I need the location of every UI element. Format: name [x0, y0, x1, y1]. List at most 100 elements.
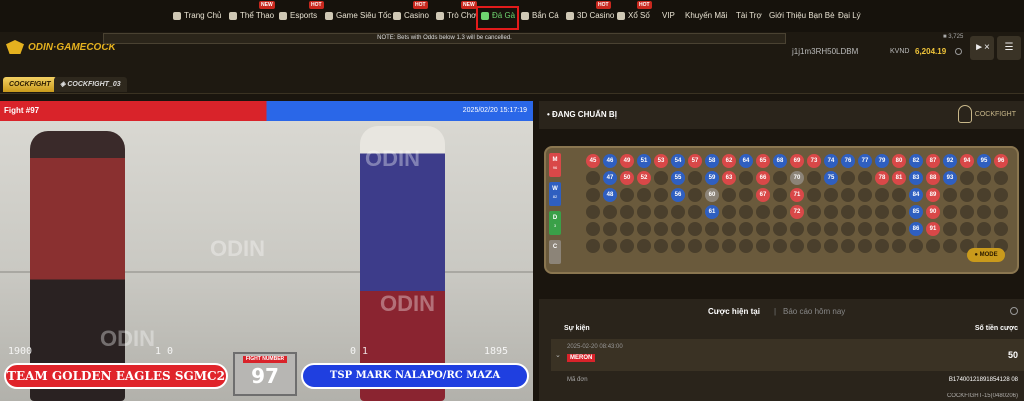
- road-empty-cell: [807, 188, 821, 202]
- order-extra: COCKFIGHT-15(0480206): [946, 393, 1018, 399]
- nav-item-vip[interactable]: VIP: [662, 11, 675, 20]
- road-result: 46: [603, 154, 617, 168]
- road-result: 72: [790, 205, 804, 219]
- nav-item-sponsor[interactable]: Tài Trợ: [736, 11, 762, 20]
- score-left-a: 1900: [8, 346, 33, 357]
- road-legend: M 96 W 82 D 3 C: [549, 153, 563, 269]
- nav-item-promotions[interactable]: Khuyến Mãi: [685, 11, 727, 20]
- road-result: 93: [943, 171, 957, 185]
- bet-row[interactable]: ⌄ 2025-02-20 08:43:00 MERON 50: [551, 339, 1024, 371]
- legend-count: 3: [553, 223, 557, 228]
- road-empty-cell: [807, 222, 821, 236]
- tab-cockfight[interactable]: COCKFIGHT: [3, 77, 57, 92]
- road-result: 76: [841, 154, 855, 168]
- tab-current-bets[interactable]: Cược hiện tại: [708, 307, 760, 316]
- logo[interactable]: ODIN·GAMECOCK: [6, 40, 116, 54]
- road-result: 74: [824, 154, 838, 168]
- online-count: ■ 3,725: [943, 34, 964, 40]
- road-empty-cell: [943, 222, 957, 236]
- bet-side-badge: MERON: [567, 354, 596, 362]
- road-empty-cell: [977, 205, 991, 219]
- road-empty-cell: [773, 222, 787, 236]
- road-empty-cell: [807, 239, 821, 253]
- score-left-b: 1 0: [155, 346, 174, 357]
- menu-button[interactable]: ☰: [997, 36, 1021, 60]
- road-empty-cell: [909, 239, 923, 253]
- tab-cockfight-03[interactable]: ◈ COCKFIGHT_03: [54, 77, 127, 92]
- speaker-mute-icon: ►×: [974, 42, 990, 53]
- legend-letter: C: [552, 244, 558, 250]
- balance-value: 6,204.19: [915, 47, 947, 56]
- legend-letter: W: [552, 186, 558, 192]
- road-empty-cell: [994, 171, 1008, 185]
- tab-divider: |: [774, 307, 777, 316]
- road-result: 92: [943, 154, 957, 168]
- score-right-a: 0 1: [350, 346, 369, 357]
- chevron-down-icon[interactable]: ⌄: [555, 351, 561, 359]
- road-empty-cell: [603, 239, 617, 253]
- road-empty-cell: [875, 222, 889, 236]
- road-result: 55: [671, 171, 685, 185]
- bet-timestamp: 2025-02-20 08:43:00: [567, 344, 623, 350]
- status-bar: • ĐANG CHUẨN BỊ COCKFIGHT: [539, 101, 1024, 129]
- road-empty-cell: [841, 205, 855, 219]
- nav-item-sports[interactable]: NEW Thể Thao: [229, 1, 275, 20]
- tab-today-report[interactable]: Báo cáo hôm nay: [783, 307, 845, 316]
- road-empty-cell: [943, 239, 957, 253]
- hot-badge: HOT: [413, 1, 428, 9]
- watermark: ODIN: [100, 326, 155, 351]
- nav-item-agent[interactable]: Đại Lý: [838, 11, 861, 20]
- road-empty-cell: [722, 188, 736, 202]
- legend-d: D3: [549, 211, 561, 235]
- road-empty-cell: [603, 205, 617, 219]
- road-result: 90: [926, 205, 940, 219]
- road-empty-cell: [637, 222, 651, 236]
- nav-item-referral[interactable]: Giới Thiệu Bạn Bè: [769, 11, 835, 20]
- nav-item-fishing[interactable]: Bắn Cá: [521, 11, 559, 20]
- fight-bar: Fight #97 2025/02/20 15:17:19: [0, 101, 533, 121]
- road-empty-cell: [841, 171, 855, 185]
- nav-item-3d-casino[interactable]: HOT 3D Casino: [566, 1, 614, 20]
- nav-item-esports[interactable]: HOT Esports: [279, 1, 324, 20]
- cube-icon: [566, 11, 574, 20]
- road-result: 94: [960, 154, 974, 168]
- road-result: 65: [756, 154, 770, 168]
- road-empty-cell: [688, 222, 702, 236]
- road-result: 48: [603, 188, 617, 202]
- road-result: 88: [926, 171, 940, 185]
- home-icon: [173, 11, 181, 20]
- nav-item-games[interactable]: NEW Trò Chơi: [436, 1, 478, 20]
- mute-button[interactable]: ►×: [970, 36, 994, 60]
- road-empty-cell: [960, 171, 974, 185]
- road-result: 86: [909, 222, 923, 236]
- nav-item-quick-games[interactable]: Game Siêu Tốc: [325, 11, 391, 20]
- road-result: 89: [926, 188, 940, 202]
- mode-button[interactable]: ● MODE: [967, 248, 1005, 262]
- road-empty-cell: [586, 239, 600, 253]
- nav-item-lottery[interactable]: HOT Xổ Số: [617, 1, 652, 20]
- nav-item-home[interactable]: Trang Chủ: [173, 11, 222, 20]
- road-empty-cell: [586, 222, 600, 236]
- road-result: 58: [705, 154, 719, 168]
- game-tabs: COCKFIGHT ◈ COCKFIGHT_03: [0, 72, 1024, 94]
- refresh-icon[interactable]: [955, 48, 962, 55]
- road-result: 70: [790, 171, 804, 185]
- road-empty-cell: [654, 188, 668, 202]
- road-empty-cell: [739, 222, 753, 236]
- road-empty-cell: [586, 171, 600, 185]
- road-empty-cell: [620, 188, 634, 202]
- refresh-icon[interactable]: [1010, 307, 1018, 315]
- legend-w: W 82: [549, 182, 561, 206]
- watermark: ODIN: [380, 291, 435, 316]
- road-empty-cell: [688, 171, 702, 185]
- nav-item-casino[interactable]: HOT Casino: [393, 1, 429, 20]
- header: ODIN·GAMECOCK NOTE: Bets with Odds below…: [0, 32, 1024, 72]
- road-empty-cell: [688, 188, 702, 202]
- road-empty-cell: [586, 205, 600, 219]
- road-result: 73: [807, 154, 821, 168]
- legend-c: C: [549, 240, 561, 264]
- road-empty-cell: [926, 239, 940, 253]
- live-video[interactable]: Fight #97 2025/02/20 15:17:19 ODIN ODIN …: [0, 101, 533, 401]
- road-result: 62: [722, 154, 736, 168]
- road-empty-cell: [960, 205, 974, 219]
